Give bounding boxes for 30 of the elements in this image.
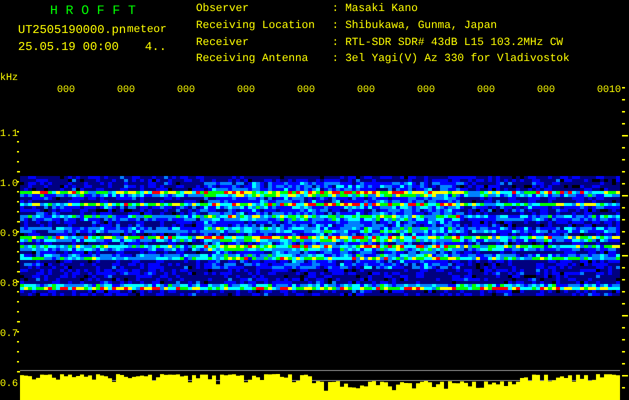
time-label: 000 [417, 85, 436, 96]
time-label: 000 [237, 85, 256, 96]
info-label: Receiving Location [196, 20, 316, 34]
info-value: : 3el Yagi(V) Az 330 for Vladivostok [332, 53, 570, 68]
frequency-label: 0.8 [0, 279, 18, 290]
time-label: 0010 [597, 85, 622, 96]
date-time: 25.05.19 00:00 [18, 39, 119, 56]
info-value: : Masaki Kano [332, 3, 419, 17]
info-label: Receiver [196, 36, 250, 50]
frequency-label: 1.1 [0, 129, 18, 140]
time-label: 000 [57, 85, 76, 96]
time-label: 000 [177, 85, 196, 96]
time-label: 000 [537, 85, 556, 96]
time-label: 000 [477, 85, 496, 96]
info-label: Receiving Antenna [196, 53, 310, 68]
frequency-label: 0.6 [0, 379, 18, 390]
file-name: UT2505190000.pn [18, 22, 126, 39]
time-label: 000 [357, 85, 376, 96]
app-title: H R O F F T [50, 3, 137, 18]
counter-label: 4.. [144, 39, 166, 56]
frequency-label: 0.9 [0, 229, 18, 240]
info-label: Observer [196, 3, 250, 17]
time-label: 000 [297, 85, 316, 96]
frequency-label: 0.7 [0, 329, 18, 340]
info-value: : RTL-SDR SDR# 43dB L15 103.2MHz CW [332, 36, 564, 50]
unit-label: kHz [0, 73, 18, 84]
frequency-label: 1.0 [0, 179, 18, 190]
mode-label: meteor [127, 23, 167, 38]
time-label: 000 [117, 85, 136, 96]
info-value: : Shibukawa, Gunma, Japan [332, 20, 498, 34]
